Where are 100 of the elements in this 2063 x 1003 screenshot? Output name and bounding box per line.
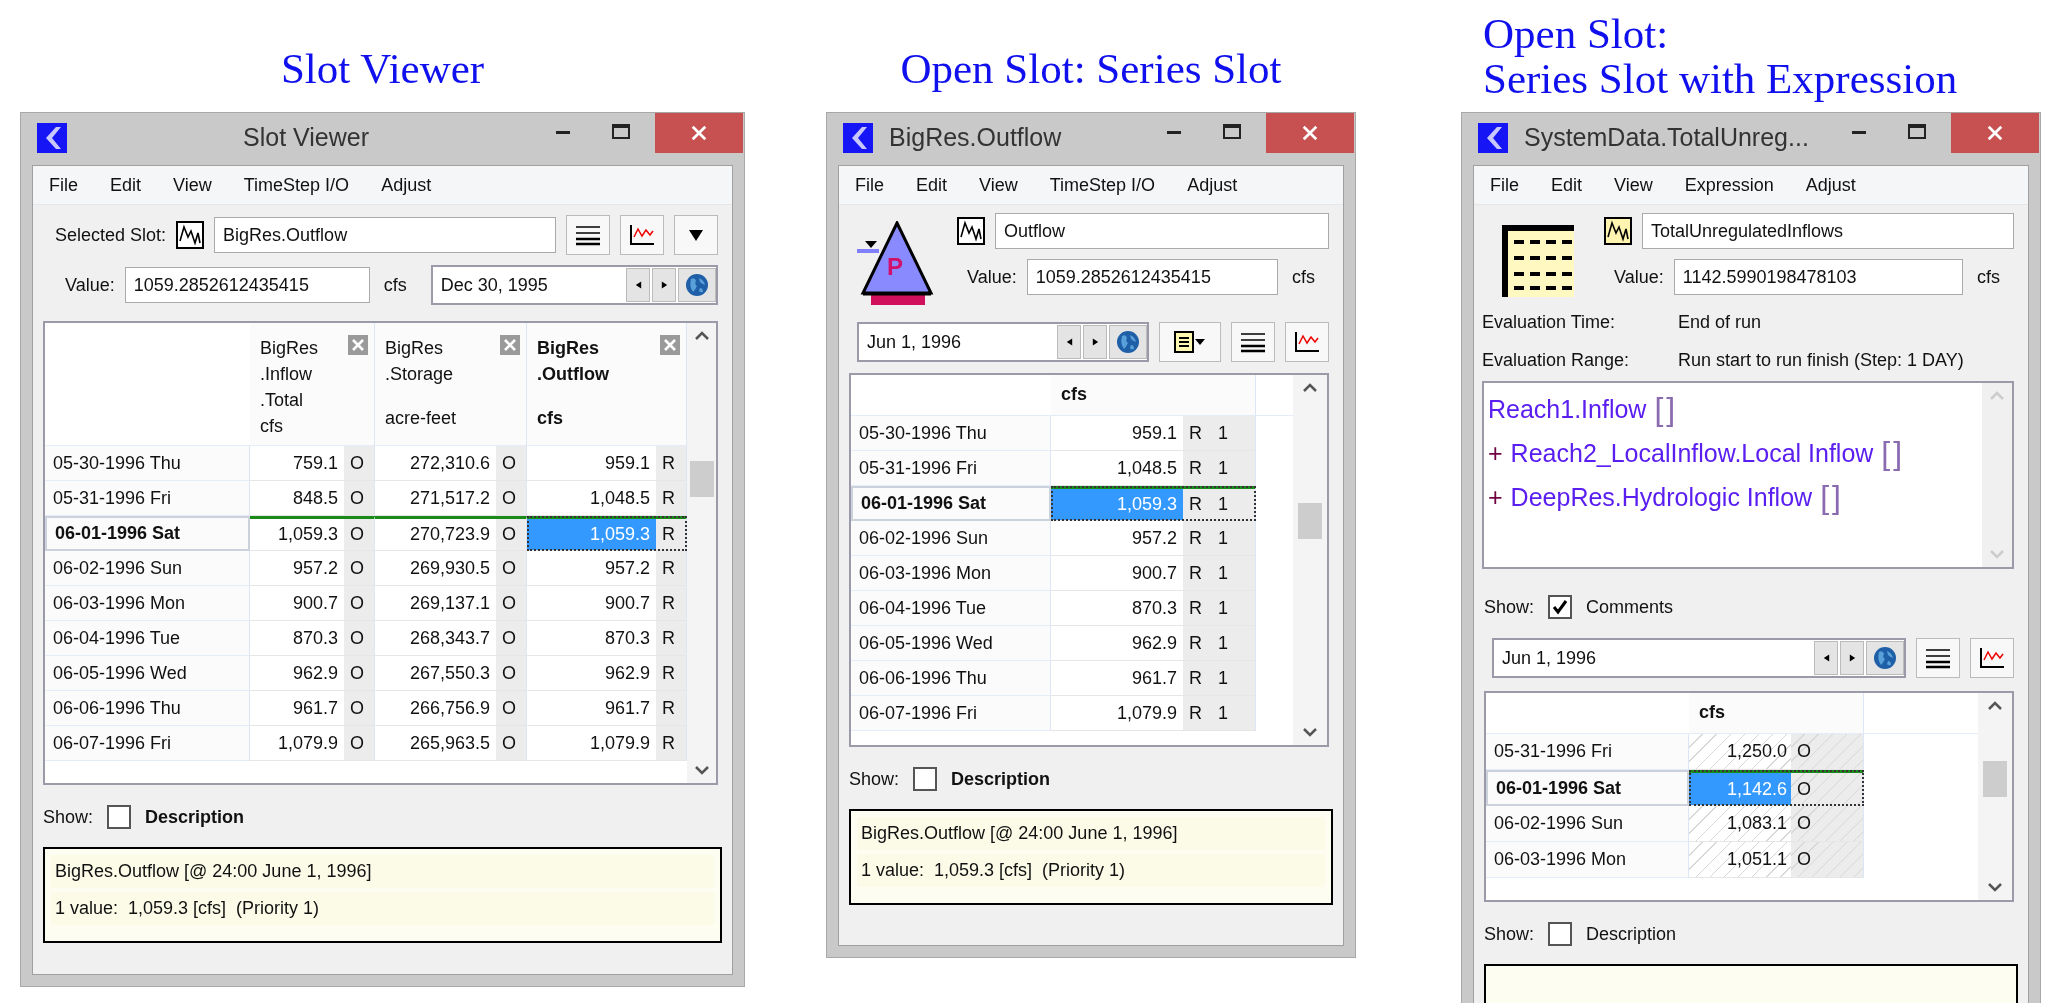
value-cell[interactable]: 957.2 [250, 551, 344, 585]
slot-field[interactable]: BigRes.Outflow [214, 217, 556, 253]
value-cell[interactable]: 267,550.3 [375, 656, 496, 690]
row-date[interactable]: 05-31-1996 Fri [45, 481, 250, 516]
close-button[interactable] [1266, 113, 1354, 153]
checkbox[interactable] [107, 805, 132, 829]
globe-icon[interactable] [678, 268, 716, 302]
value-cell[interactable]: 269,137.1 [375, 586, 496, 620]
row-date[interactable]: 06-01-1996 Sat [1486, 770, 1689, 806]
value-cell[interactable]: 269,930.5 [375, 551, 496, 585]
plot-button[interactable] [620, 215, 664, 255]
value-cell[interactable]: 870.3 [250, 621, 344, 655]
value-cell[interactable]: 266,756.9 [375, 691, 496, 725]
row-date[interactable]: 06-06-1996 Thu [851, 661, 1051, 696]
scroll-up-icon[interactable] [1987, 701, 2003, 711]
bracket-placeholder[interactable]: [] [1820, 478, 1844, 516]
close-column-icon[interactable] [348, 335, 368, 355]
expression-editor[interactable]: Reach1.Inflow [] + Reach2_LocalInflow.Local Inflow [] + DeepRes.Hydrologic Inflow [] [1482, 381, 2014, 569]
row-date[interactable]: 06-07-1996 Fri [851, 696, 1051, 731]
menu-item[interactable]: View [1614, 174, 1653, 196]
value-cell[interactable]: 268,343.7 [375, 621, 496, 655]
row-date[interactable]: 06-05-1996 Wed [45, 656, 250, 691]
menu-item[interactable]: Edit [110, 174, 142, 196]
value-cell[interactable]: 1,079.9 [1051, 696, 1183, 730]
close-button[interactable] [655, 113, 743, 153]
value-field[interactable]: 1059.2852612435415 [1026, 259, 1278, 295]
menu-item[interactable]: Adjust [1805, 174, 1856, 196]
checkbox[interactable] [913, 767, 938, 791]
value-cell[interactable]: 959.1 [1051, 416, 1183, 450]
value-cell[interactable]: 962.9 [527, 656, 656, 690]
row-date[interactable]: 06-04-1996 Tue [45, 621, 250, 656]
value-cell[interactable]: 848.5 [250, 481, 344, 515]
scroll-down-icon[interactable] [1987, 882, 2003, 892]
scrollbar-thumb[interactable] [1298, 503, 1322, 539]
value-cell[interactable]: 900.7 [1051, 556, 1183, 590]
date-field[interactable]: Dec 30, 1995 [430, 265, 718, 305]
scroll-down-icon[interactable] [1302, 727, 1318, 737]
row-date[interactable]: 06-07-1996 Fri [45, 726, 250, 761]
slot-reference[interactable]: Reach2_LocalInflow.Local Inflow [1510, 438, 1874, 468]
menu-item[interactable]: File [855, 174, 884, 196]
table-view-button[interactable] [1916, 638, 1960, 678]
value-cell[interactable]: 1,083.1 [1689, 806, 1791, 841]
close-button[interactable] [1951, 113, 2039, 153]
row-date[interactable]: 06-06-1996 Thu [45, 691, 250, 726]
slot-field[interactable]: TotalUnregulatedInflows [1642, 213, 2014, 249]
dropdown-button[interactable] [674, 215, 718, 255]
value-cell[interactable]: 962.9 [1051, 626, 1183, 660]
bracket-placeholder[interactable]: [] [1881, 434, 1906, 472]
value-cell[interactable]: 961.7 [250, 691, 344, 725]
value-cell[interactable]: 870.3 [1051, 591, 1183, 625]
value-cell[interactable]: 870.3 [527, 621, 656, 655]
row-date[interactable]: 06-02-1996 Sun [851, 521, 1051, 556]
globe-icon[interactable] [1109, 325, 1147, 359]
menu-item[interactable]: File [49, 174, 78, 196]
value-cell[interactable]: 957.2 [527, 551, 656, 585]
value-cell[interactable]: 1,051.1 [1689, 842, 1791, 877]
row-date[interactable]: 06-03-1996 Mon [851, 556, 1051, 591]
value-cell[interactable]: 1,079.9 [527, 726, 656, 760]
checkbox[interactable] [1548, 595, 1573, 619]
menu-item[interactable]: Adjust [1187, 174, 1238, 196]
scrollbar[interactable] [687, 323, 716, 783]
menu-item[interactable]: View [979, 174, 1018, 196]
row-date[interactable]: 06-03-1996 Mon [1486, 842, 1689, 878]
table-view-button[interactable] [1231, 322, 1275, 362]
slot-reference[interactable]: Reach1.Inflow [1488, 394, 1647, 424]
scroll-up-icon[interactable] [1302, 383, 1318, 393]
value-field[interactable]: 1142.5990198478103 [1673, 259, 1963, 295]
notes-menu-button[interactable] [1159, 322, 1221, 362]
value-cell[interactable]: 272,310.6 [375, 446, 496, 480]
scrollbar[interactable] [1293, 375, 1327, 745]
row-date[interactable]: 05-31-1996 Fri [1486, 734, 1689, 770]
menu-item[interactable]: File [1490, 174, 1519, 196]
value-cell[interactable]: 900.7 [527, 586, 656, 620]
row-date[interactable]: 05-30-1996 Thu [851, 416, 1051, 451]
row-date[interactable]: 06-04-1996 Tue [851, 591, 1051, 626]
value-cell[interactable]: 1,250.0 [1689, 734, 1791, 769]
value-cell[interactable]: 1,059.3 [250, 519, 344, 550]
scrollbar-thumb[interactable] [689, 461, 714, 497]
row-date[interactable]: 06-01-1996 Sat [45, 516, 250, 551]
globe-icon[interactable] [1866, 641, 1904, 675]
menu-item[interactable]: View [173, 174, 212, 196]
menu-item[interactable]: Edit [1551, 174, 1583, 196]
value-cell[interactable]: 900.7 [250, 586, 344, 620]
value-cell[interactable]: 270,723.9 [375, 519, 496, 550]
row-date[interactable]: 06-02-1996 Sun [45, 551, 250, 586]
row-date[interactable]: 05-30-1996 Thu [45, 446, 250, 481]
menu-item[interactable]: Edit [916, 174, 948, 196]
scroll-down-icon[interactable] [693, 765, 710, 775]
slot-reference[interactable]: DeepRes.Hydrologic Inflow [1510, 482, 1813, 512]
value-cell[interactable]: 1,079.9 [250, 726, 344, 760]
checkbox[interactable] [1548, 922, 1573, 946]
row-date[interactable]: 06-02-1996 Sun [1486, 806, 1689, 842]
menu-item[interactable]: Expression [1684, 174, 1774, 196]
value-cell[interactable]: 961.7 [1051, 661, 1183, 695]
scrollbar[interactable] [1978, 693, 2012, 900]
value-cell[interactable]: 961.7 [527, 691, 656, 725]
value-field[interactable]: 1059.2852612435415 [124, 267, 370, 303]
plot-button[interactable] [1285, 322, 1329, 362]
value-cell[interactable]: 1,048.5 [1051, 451, 1183, 485]
menu-item[interactable]: TimeStep I/O [1049, 174, 1156, 196]
